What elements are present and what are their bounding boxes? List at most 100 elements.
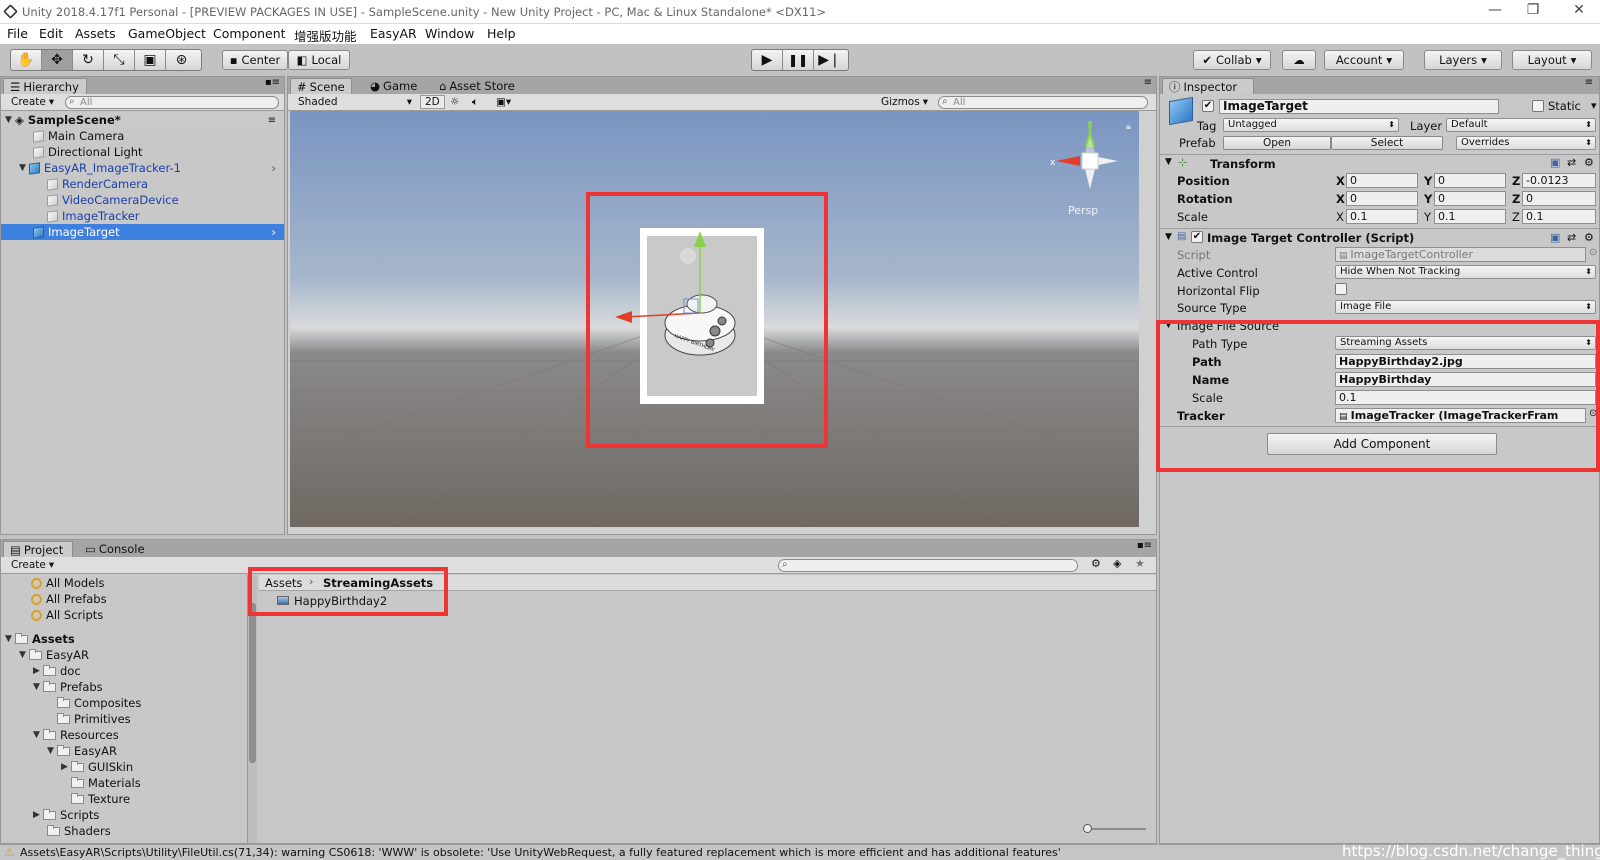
- effects-dropdown-icon[interactable]: ▣▾: [492, 95, 515, 109]
- zoom-slider[interactable]: [1083, 824, 1146, 833]
- source-scale-field[interactable]: 0.1: [1335, 390, 1596, 405]
- tree-guiskin[interactable]: ▶ GUISkin: [1, 759, 247, 775]
- menu-edit[interactable]: Edit: [39, 26, 63, 41]
- collab-button[interactable]: ✔ Collab ▾: [1193, 50, 1271, 70]
- preset-icon[interactable]: ⇄: [1567, 156, 1576, 169]
- play-icon[interactable]: ▶: [752, 50, 783, 70]
- prefab-overrides-dropdown[interactable]: Overrides: [1456, 136, 1596, 150]
- tree-scripts[interactable]: ▶ Scripts: [1, 807, 247, 823]
- pivot-center-button[interactable]: ▪ Center: [222, 50, 288, 70]
- tracker-field[interactable]: ▤ ImageTracker (ImageTrackerFram: [1335, 408, 1586, 423]
- collapsed-arrow-icon[interactable]: ▶: [33, 810, 43, 820]
- active-control-dropdown[interactable]: Hide When Not Tracking: [1335, 265, 1596, 279]
- tree-texture[interactable]: Texture: [1, 791, 247, 807]
- tree-scrollbar[interactable]: [247, 575, 257, 843]
- favorite-all-models[interactable]: All Models: [1, 575, 247, 591]
- tree-primitives[interactable]: Primitives: [1, 711, 247, 727]
- collapsed-arrow-icon[interactable]: ▶: [61, 762, 71, 772]
- chevron-right-icon[interactable]: ›: [271, 225, 276, 239]
- foldout-arrow-icon[interactable]: ▼: [1165, 320, 1172, 330]
- hierarchy-item-main-camera[interactable]: Main Camera: [1, 128, 284, 144]
- hierarchy-item-rendercamera[interactable]: RenderCamera: [1, 176, 284, 192]
- menu-component[interactable]: Component: [213, 26, 286, 41]
- position-y-field[interactable]: 0: [1434, 173, 1506, 188]
- static-checkbox[interactable]: [1532, 100, 1544, 112]
- restore-icon[interactable]: ❐: [1518, 2, 1548, 18]
- tree-doc[interactable]: ▶ doc: [1, 663, 247, 679]
- scale-tool-icon[interactable]: ⤡: [104, 50, 135, 70]
- lock-icon[interactable]: 🔒︎: [1126, 122, 1131, 132]
- object-name-field[interactable]: ImageTarget: [1219, 99, 1499, 114]
- cloud-button[interactable]: ☁: [1282, 50, 1316, 70]
- layers-button[interactable]: Layers ▾: [1424, 50, 1502, 70]
- scale-z-field[interactable]: 0.1: [1522, 209, 1596, 224]
- scale-y-field[interactable]: 0.1: [1434, 209, 1506, 224]
- menu-help[interactable]: Help: [487, 26, 516, 41]
- horizontal-flip-checkbox[interactable]: [1335, 283, 1347, 295]
- zoom-slider-handle[interactable]: [1083, 824, 1092, 833]
- pause-icon[interactable]: ❚❚: [783, 50, 814, 70]
- tab-game[interactable]: ◕ Game: [364, 78, 423, 94]
- rotation-x-field[interactable]: 0: [1346, 191, 1418, 206]
- filter-label-icon[interactable]: ◈: [1113, 557, 1121, 570]
- image-target-card[interactable]: [640, 228, 764, 404]
- persp-label[interactable]: Persp: [1068, 204, 1098, 217]
- prefab-select-button[interactable]: Select: [1331, 136, 1443, 150]
- menu-gameobject[interactable]: GameObject: [128, 26, 206, 41]
- tree-assets[interactable]: ▼ Assets: [1, 631, 247, 647]
- collapsed-arrow-icon[interactable]: ▶: [33, 666, 43, 676]
- scale-x-field[interactable]: 0.1: [1346, 209, 1418, 224]
- move-tool-icon[interactable]: ✥: [42, 50, 73, 70]
- rotation-y-field[interactable]: 0: [1434, 191, 1506, 206]
- position-z-field[interactable]: -0.0123: [1522, 173, 1596, 188]
- expand-arrow-icon[interactable]: ▼: [5, 634, 15, 644]
- rect-tool-icon[interactable]: ▣: [135, 50, 166, 70]
- expand-arrow-icon[interactable]: ▼: [33, 730, 43, 740]
- tree-composites[interactable]: Composites: [1, 695, 247, 711]
- tab-asset-store[interactable]: ⌂ Asset Store: [433, 78, 521, 94]
- minimize-icon[interactable]: —: [1480, 2, 1510, 18]
- audio-toggle-icon[interactable]: 🔈︎: [468, 95, 482, 109]
- tree-materials[interactable]: Materials: [1, 775, 247, 791]
- breadcrumb-streamingassets[interactable]: StreamingAssets: [323, 576, 433, 590]
- close-icon[interactable]: ✕: [1564, 2, 1594, 18]
- favorite-all-prefabs[interactable]: All Prefabs: [1, 591, 247, 607]
- add-component-button[interactable]: Add Component: [1267, 433, 1497, 455]
- panel-menu-icon[interactable]: ▪≡: [1137, 540, 1152, 551]
- expand-arrow-icon[interactable]: ▼: [33, 682, 43, 692]
- panel-menu-icon[interactable]: ≡: [1585, 77, 1593, 88]
- tab-console[interactable]: ▭ Console: [79, 541, 151, 557]
- hierarchy-search-input[interactable]: All: [65, 96, 279, 109]
- breadcrumb-assets[interactable]: Assets: [265, 576, 302, 590]
- tree-resources-easyar[interactable]: ▼ EasyAR: [1, 743, 247, 759]
- gear-icon[interactable]: ⚙: [1584, 156, 1594, 169]
- hierarchy-item-videocameradevice[interactable]: VideoCameraDevice: [1, 192, 284, 208]
- hierarchy-item-imagetarget[interactable]: ImageTarget ›: [1, 224, 284, 240]
- orientation-gizmo[interactable]: x: [1050, 121, 1118, 189]
- help-icon[interactable]: ▣: [1550, 231, 1560, 244]
- toggle-2d-button[interactable]: 2D: [420, 95, 445, 109]
- tree-easyar[interactable]: ▼ EasyAR: [1, 647, 247, 663]
- panel-menu-icon[interactable]: ▪≡: [265, 77, 280, 88]
- menu-easyar[interactable]: EasyAR: [370, 26, 417, 41]
- hierarchy-item-directional-light[interactable]: Directional Light: [1, 144, 284, 160]
- favorite-all-scripts[interactable]: All Scripts: [1, 607, 247, 623]
- prefab-open-button[interactable]: Open: [1223, 136, 1331, 150]
- chevron-right-icon[interactable]: ›: [271, 161, 276, 175]
- preset-icon[interactable]: ⇄: [1567, 231, 1576, 244]
- active-checkbox[interactable]: ✔: [1202, 100, 1214, 112]
- tab-inspector[interactable]: ⓘ Inspector: [1162, 78, 1254, 94]
- tab-project[interactable]: ▤ Project: [3, 541, 73, 557]
- filter-type-icon[interactable]: ⚙: [1091, 557, 1101, 570]
- path-type-dropdown[interactable]: Streaming Assets: [1335, 336, 1596, 350]
- name-field[interactable]: HappyBirthday: [1335, 372, 1596, 387]
- rotate-tool-icon[interactable]: ↻: [73, 50, 104, 70]
- tree-shaders[interactable]: Shaders: [1, 823, 247, 839]
- account-button[interactable]: Account ▾: [1324, 50, 1404, 70]
- static-dropdown-icon[interactable]: ▾: [1591, 99, 1597, 112]
- scene-search-input[interactable]: All: [938, 96, 1148, 109]
- tag-dropdown[interactable]: Untagged: [1223, 118, 1399, 132]
- foldout-arrow-icon[interactable]: ▼: [1165, 157, 1172, 167]
- expand-arrow-icon[interactable]: ▼: [5, 115, 15, 125]
- gear-icon[interactable]: ⚙: [1584, 231, 1594, 244]
